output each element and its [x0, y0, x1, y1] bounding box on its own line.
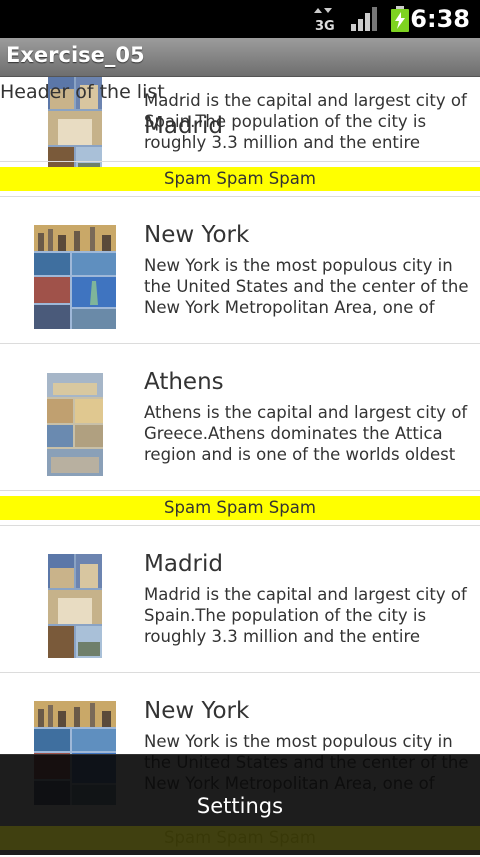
city-description: Athens is the capital and largest city o…	[144, 403, 468, 464]
3g-data-icon: 3G	[314, 8, 335, 32]
options-menu: Settings	[0, 754, 480, 855]
city-description: New York is the most populous city in th…	[144, 256, 469, 317]
athens-thumbnail	[47, 373, 103, 476]
spam-banner: Spam Spam Spam	[0, 496, 480, 520]
city-description: Madrid is the capital and largest city o…	[144, 585, 467, 646]
spam-banner: Spam Spam Spam	[0, 167, 480, 191]
city-name: Madrid	[144, 551, 223, 577]
row-divider	[0, 343, 480, 344]
list-header: Header of the list	[0, 81, 165, 103]
city-name-new-york: New York	[144, 222, 250, 248]
list-item[interactable]: Header of the list Madrid Madrid is the …	[0, 77, 480, 179]
new-york-thumbnail	[34, 225, 116, 329]
city-list[interactable]: Header of the list Madrid Madrid is the …	[0, 77, 480, 854]
app-title: Exercise_05	[6, 43, 145, 67]
city-name: New York	[144, 698, 250, 724]
status-bar: 3G 6:38	[0, 0, 480, 38]
title-bar: Exercise_05	[0, 38, 480, 77]
network-label: 3G	[315, 19, 335, 32]
row-divider	[0, 161, 480, 162]
row-divider	[0, 490, 480, 491]
settings-menu-item[interactable]: Settings	[0, 755, 480, 855]
signal-icon	[351, 7, 377, 31]
battery-charging-icon	[391, 6, 409, 32]
city-name: Athens	[144, 369, 224, 395]
clock: 6:38	[410, 5, 470, 33]
row-divider	[0, 525, 480, 526]
madrid-thumbnail	[48, 554, 102, 658]
row-divider	[0, 672, 480, 673]
city-description: Madrid is the capital and largest city o…	[144, 91, 467, 152]
